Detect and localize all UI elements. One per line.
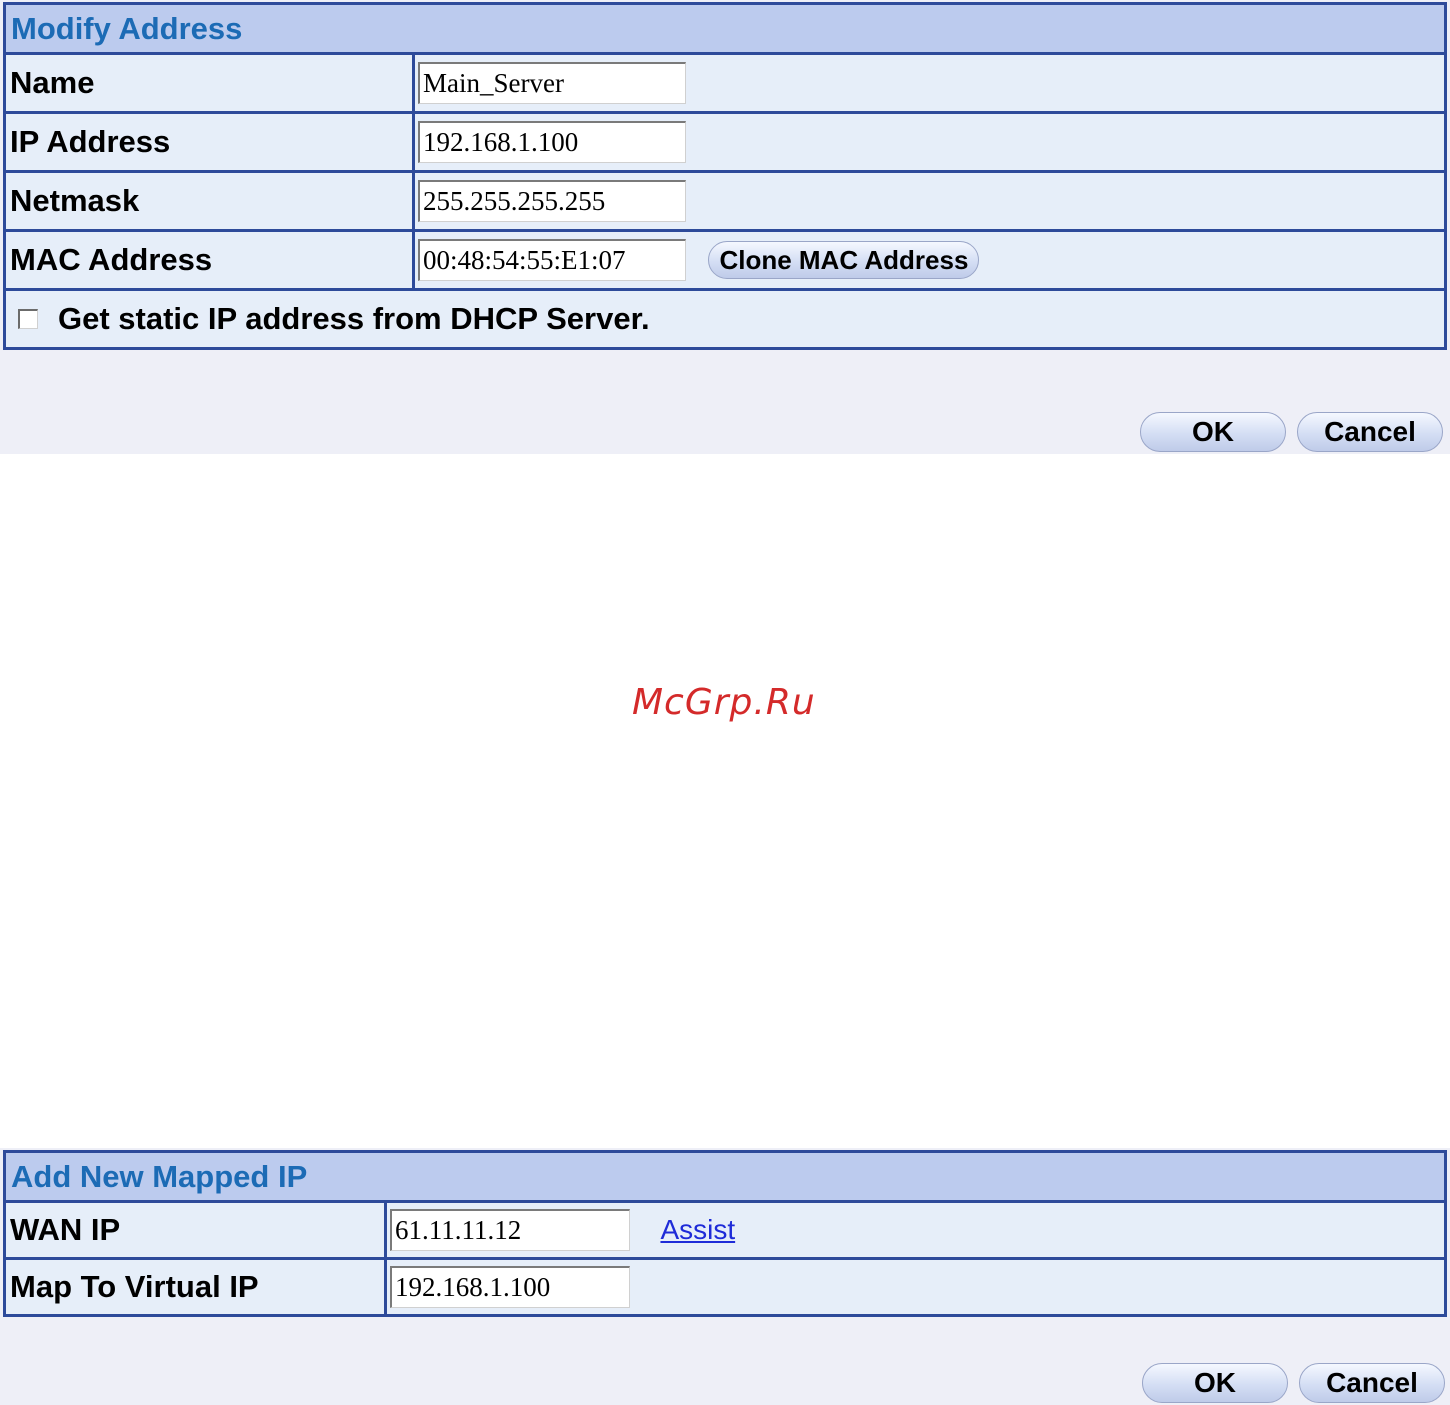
watermark-text: McGrp.Ru	[632, 682, 816, 723]
wan-ip-value-cell: 61.11.11.12 Assist	[384, 1200, 1447, 1260]
modify-address-panel: Modify Address Name Main_Server IP Addre…	[0, 0, 1450, 454]
add-mapped-ip-title: Add New Mapped IP	[3, 1150, 1447, 1203]
netmask-value-cell: 255.255.255.255	[412, 170, 1447, 232]
ip-address-label: IP Address	[3, 111, 415, 173]
mac-address-label: MAC Address	[3, 229, 415, 291]
name-value-cell: Main_Server	[412, 52, 1447, 114]
mapped-cancel-button[interactable]: Cancel	[1299, 1363, 1445, 1403]
name-input[interactable]: Main_Server	[418, 62, 686, 104]
modify-address-title: Modify Address	[3, 2, 1447, 55]
ip-address-input[interactable]: 192.168.1.100	[418, 121, 686, 163]
name-label: Name	[3, 52, 415, 114]
modify-address-table: Modify Address Name Main_Server IP Addre…	[3, 2, 1447, 350]
map-to-virtual-ip-label: Map To Virtual IP	[3, 1257, 387, 1317]
netmask-input[interactable]: 255.255.255.255	[418, 180, 686, 222]
virtual-ip-value-cell: 192.168.1.100	[384, 1257, 1447, 1317]
wan-ip-label: WAN IP	[3, 1200, 387, 1260]
ip-address-value-cell: 192.168.1.100	[412, 111, 1447, 173]
add-mapped-ip-panel: Add New Mapped IP WAN IP 61.11.11.12 Ass…	[0, 1148, 1450, 1405]
assist-link[interactable]: Assist	[660, 1214, 735, 1245]
clone-mac-address-button[interactable]: Clone MAC Address	[708, 241, 980, 279]
virtual-ip-input[interactable]: 192.168.1.100	[390, 1266, 630, 1308]
mapped-ok-button[interactable]: OK	[1142, 1363, 1288, 1403]
dhcp-checkbox-label: Get static IP address from DHCP Server.	[58, 301, 650, 336]
modify-cancel-button[interactable]: Cancel	[1297, 412, 1443, 452]
dhcp-checkbox[interactable]	[18, 309, 38, 329]
mac-address-value-cell: 00:48:54:55:E1:07 Clone MAC Address	[412, 229, 1447, 291]
netmask-label: Netmask	[3, 170, 415, 232]
add-mapped-ip-table: Add New Mapped IP WAN IP 61.11.11.12 Ass…	[3, 1150, 1447, 1317]
wan-ip-input[interactable]: 61.11.11.12	[390, 1209, 630, 1251]
dhcp-row: Get static IP address from DHCP Server.	[3, 288, 1447, 350]
mac-address-input[interactable]: 00:48:54:55:E1:07	[418, 239, 686, 281]
modify-ok-button[interactable]: OK	[1140, 412, 1286, 452]
